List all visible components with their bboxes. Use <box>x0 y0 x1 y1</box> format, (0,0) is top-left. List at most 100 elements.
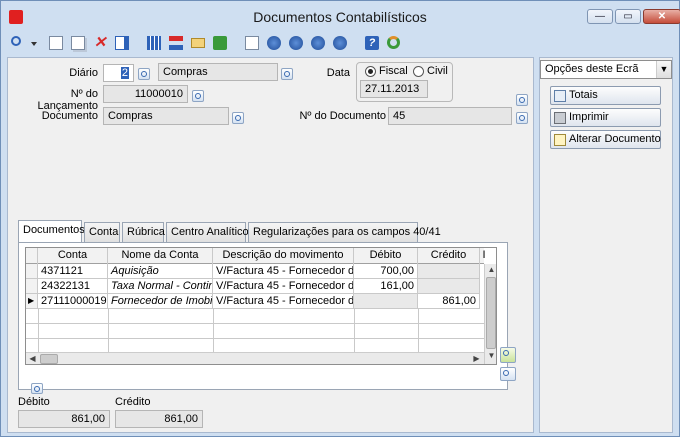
cell-nome[interactable]: Aquisição <box>108 264 213 279</box>
tab-centro-analitico[interactable]: Centro Analítico <box>166 222 249 242</box>
sum-icon <box>554 90 566 102</box>
printer-icon <box>554 112 566 124</box>
date-group: Fiscal Civil 27.11.2013 <box>356 62 453 102</box>
chevron-down-icon[interactable]: ▼ <box>656 61 671 78</box>
window-title: Documentos Contabilísticos <box>253 9 427 25</box>
refresh-icon[interactable] <box>385 34 403 52</box>
documento-label: Documento <box>41 110 98 122</box>
options-combo[interactable]: Opções deste Ecrã ▼ <box>540 60 672 79</box>
cell-nome[interactable]: Taxa Normal - Continente <box>108 279 213 294</box>
cell-descricao[interactable]: V/Factura 45 - Fornecedor de Im <box>213 264 354 279</box>
copy-doc-icon[interactable] <box>69 34 87 52</box>
diario-field[interactable]: 2 <box>103 64 134 82</box>
data-label: Data <box>326 67 350 79</box>
cell-credito[interactable] <box>418 279 480 294</box>
ndoc-label: Nº do Documento <box>299 110 386 122</box>
mail-icon[interactable] <box>189 34 207 52</box>
tab-documentos[interactable]: Documentos <box>18 220 85 243</box>
documento-lookup-icon[interactable] <box>232 112 244 124</box>
main-window: Documentos Contabilísticos — ▭ ✕ ✕ ? Diá… <box>0 0 680 437</box>
fiscal-radio[interactable] <box>365 66 376 77</box>
hierarchy-icon[interactable] <box>167 34 185 52</box>
cell-descricao[interactable]: V/Factura 45 - Fornecedor de Im <box>213 294 354 309</box>
cell-conta[interactable]: 24322131 <box>38 279 108 294</box>
col-descricao[interactable]: Descrição do movimento <box>213 248 354 264</box>
lancamento-label: Nº do Lançamento <box>37 88 98 112</box>
cell-conta[interactable]: 4371121 <box>38 264 108 279</box>
close-button[interactable]: ✕ <box>643 9 680 24</box>
new-doc-icon[interactable] <box>47 34 65 52</box>
ndoc-lookup-icon[interactable] <box>516 112 528 124</box>
cell-nome[interactable]: Fornecedor de Imobilizado <box>108 294 213 309</box>
totais-button[interactable]: Totais <box>550 86 661 105</box>
cell-debito[interactable] <box>354 294 418 309</box>
col-debito[interactable]: Débito <box>354 248 418 264</box>
cell-debito[interactable]: 700,00 <box>354 264 418 279</box>
edit-doc-icon[interactable] <box>113 34 131 52</box>
grid-rule <box>213 309 214 352</box>
grid-icon[interactable] <box>145 34 163 52</box>
preview-icon[interactable] <box>243 34 261 52</box>
documento-field[interactable]: Compras <box>103 107 229 125</box>
nav-last-icon[interactable] <box>331 34 349 52</box>
diario-name-field: Compras <box>158 63 278 81</box>
grid-rule <box>38 309 39 352</box>
cell-credito[interactable] <box>418 264 480 279</box>
tab-regularizacoes[interactable]: Regularizações para os campos 40/41 <box>248 222 441 242</box>
lancamento-lookup-icon[interactable] <box>192 90 204 102</box>
cell-descricao[interactable]: V/Factura 45 - Fornecedor de Im <box>213 279 354 294</box>
civil-radio[interactable] <box>413 66 424 77</box>
delete-icon[interactable]: ✕ <box>91 34 109 52</box>
credito-total-label: Crédito <box>115 396 151 408</box>
diario-name-lookup-icon[interactable] <box>281 68 293 80</box>
cell-debito[interactable]: 161,00 <box>354 279 418 294</box>
scroll-left-icon[interactable]: ◀ <box>26 353 39 364</box>
chevron-down-icon[interactable] <box>29 34 39 52</box>
minimize-button[interactable]: — <box>587 9 613 24</box>
scroll-right-icon[interactable]: ▶ <box>470 353 483 364</box>
debito-total-label: Débito <box>18 396 50 408</box>
nav-prev-icon[interactable] <box>287 34 305 52</box>
col-extra[interactable]: I <box>480 248 488 264</box>
entries-grid: Conta Nome da Conta Descrição do movimen… <box>25 247 497 365</box>
row-indicator[interactable] <box>26 264 38 279</box>
tab-conta[interactable]: Conta <box>84 222 120 242</box>
nav-first-icon[interactable] <box>265 34 283 52</box>
grid-lookup-icon[interactable] <box>500 367 516 381</box>
grid-rule <box>354 309 355 352</box>
cell-conta[interactable]: 27111000019 <box>38 294 108 309</box>
horizontal-scrollbar[interactable]: ◀ ▶ <box>26 352 484 364</box>
ndoc-field[interactable]: 45 <box>388 107 512 125</box>
vertical-scrollbar[interactable]: ▲ ▼ <box>484 264 496 364</box>
form-area: Diário 2 Compras Nº do Lançamento 110000… <box>7 57 534 433</box>
col-nome-conta[interactable]: Nome da Conta <box>108 248 213 264</box>
scroll-up-icon[interactable]: ▲ <box>485 264 496 276</box>
alterar-documento-button[interactable]: Alterar Documento <box>550 130 661 149</box>
add-line-icon[interactable] <box>500 347 516 363</box>
debito-total-field: 861,00 <box>18 410 110 428</box>
diario-lookup-icon[interactable] <box>138 68 150 80</box>
tab-rubrica[interactable]: Rúbrica <box>122 222 165 242</box>
options-panel: Opções deste Ecrã ▼ Totais Imprimir Alte… <box>539 57 673 433</box>
scroll-down-icon[interactable]: ▼ <box>485 350 496 362</box>
help-icon[interactable]: ? <box>363 34 381 52</box>
credito-total-field: 861,00 <box>115 410 203 428</box>
current-row-arrow-icon[interactable]: ▶ <box>26 294 38 309</box>
lancamento-field[interactable]: 11000010 <box>103 85 188 103</box>
search-icon[interactable] <box>9 34 27 52</box>
maximize-button[interactable]: ▭ <box>615 9 641 24</box>
export-icon[interactable] <box>211 34 229 52</box>
panel-lookup-icon[interactable] <box>31 383 43 394</box>
horizontal-scroll-thumb[interactable] <box>40 354 58 364</box>
cell-credito[interactable]: 861,00 <box>418 294 480 309</box>
col-conta[interactable]: Conta <box>38 248 108 264</box>
col-credito[interactable]: Crédito <box>418 248 480 264</box>
nav-next-icon[interactable] <box>309 34 327 52</box>
date-field[interactable]: 27.11.2013 <box>360 80 428 98</box>
row-indicator[interactable] <box>26 279 38 294</box>
vertical-scroll-thumb[interactable] <box>486 277 496 349</box>
date-lookup-icon[interactable] <box>516 94 528 106</box>
imprimir-button[interactable]: Imprimir <box>550 108 661 127</box>
fiscal-label: Fiscal <box>379 65 408 77</box>
title-bar: Documentos Contabilísticos — ▭ ✕ <box>1 1 680 31</box>
